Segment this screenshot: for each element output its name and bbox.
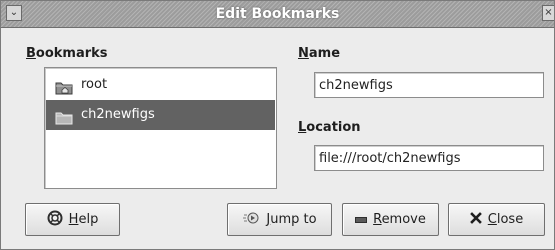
edit-bookmarks-dialog: ⌄ Edit Bookmarks × Bookmarks root ch2new… (0, 0, 555, 250)
list-item-ch2newfigs[interactable]: ch2newfigs (46, 100, 275, 130)
jump-to-button[interactable]: Jump to (227, 203, 332, 236)
window-close-button[interactable]: × (542, 5, 554, 21)
list-item-label: ch2newfigs (81, 107, 155, 122)
help-icon (47, 210, 63, 230)
help-button-label: Help (68, 212, 99, 227)
remove-button-label: Remove (373, 212, 426, 227)
home-folder-icon (55, 77, 73, 95)
title-bar[interactable]: ⌄ Edit Bookmarks × (1, 1, 554, 28)
location-label: Location (298, 120, 361, 135)
close-x-icon (469, 211, 482, 228)
window-title: Edit Bookmarks (215, 6, 340, 22)
jump-icon (242, 211, 260, 229)
help-button[interactable]: Help (25, 203, 120, 236)
bookmarks-list[interactable]: root ch2newfigs (44, 67, 277, 189)
name-label: Name (298, 46, 341, 61)
list-item-label: root (81, 77, 108, 92)
remove-button[interactable]: Remove (342, 203, 439, 236)
close-icon: × (544, 7, 553, 18)
remove-icon (355, 212, 368, 227)
jump-to-button-label: Jump to (266, 212, 317, 227)
close-button[interactable]: Close (448, 203, 545, 236)
bookmarks-label: Bookmarks (26, 46, 108, 61)
location-field[interactable] (314, 145, 544, 171)
folder-icon (55, 107, 73, 125)
list-item-root[interactable]: root (46, 70, 275, 100)
close-button-label: Close (487, 212, 524, 227)
name-field[interactable] (314, 72, 544, 98)
